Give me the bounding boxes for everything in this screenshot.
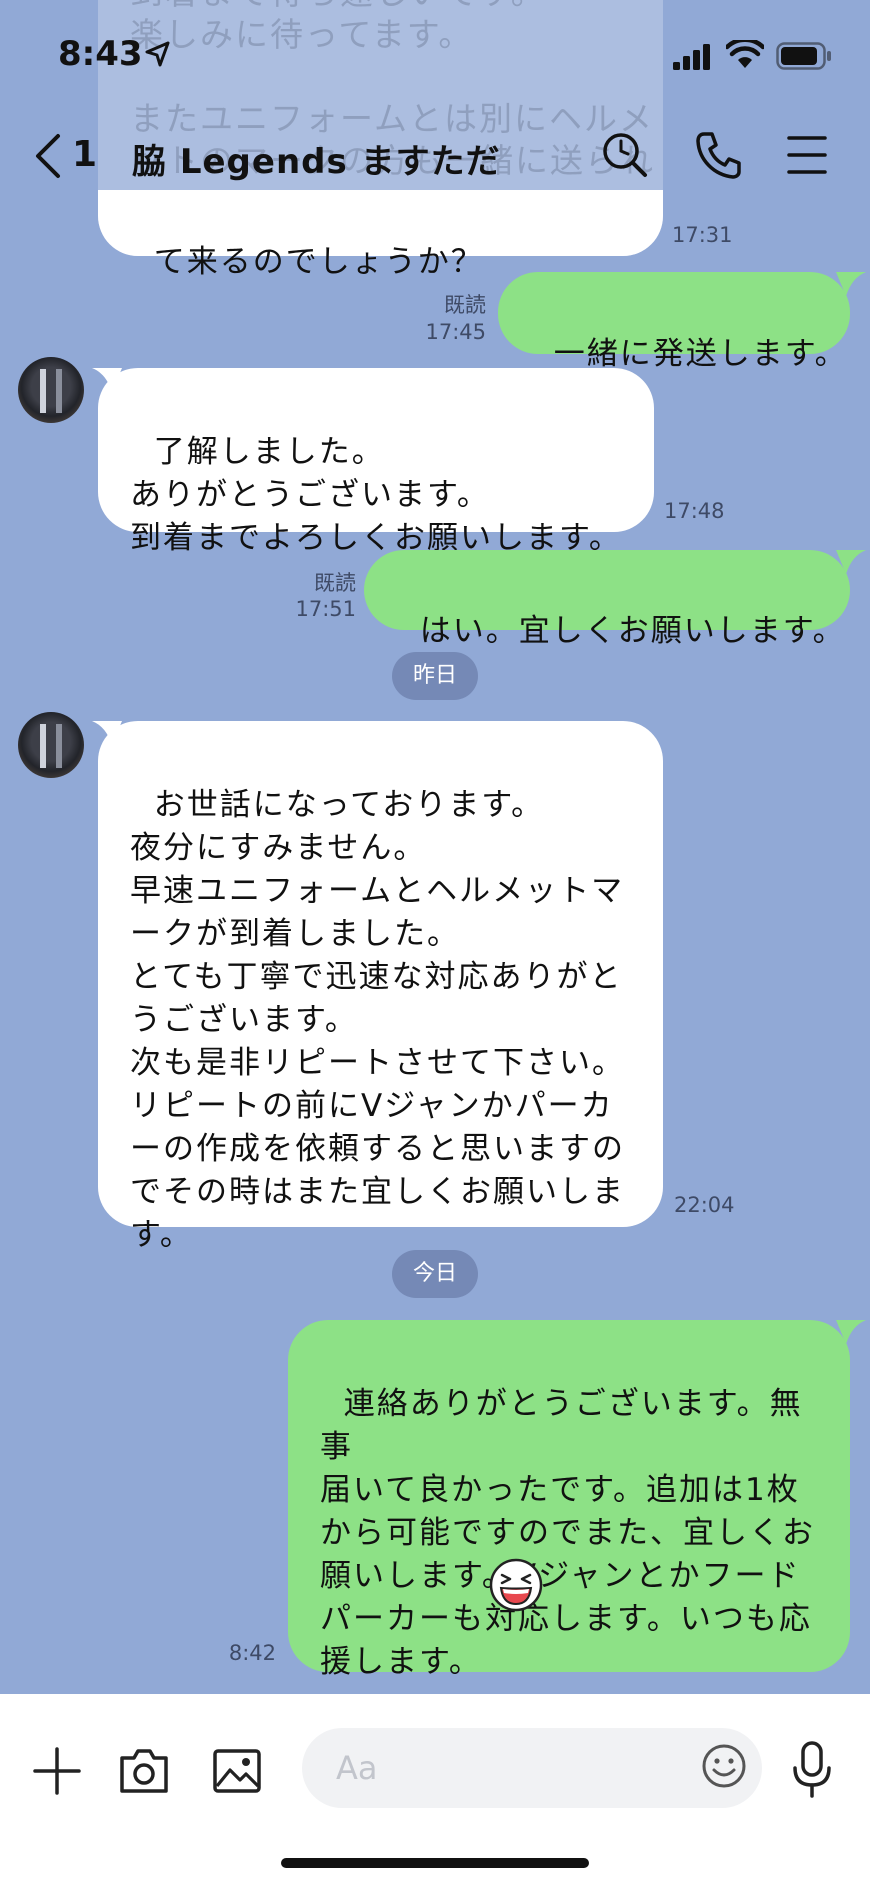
message-text: 一緒に発送します。 [553,336,848,372]
read-receipt: 既読 [444,293,486,317]
image-gallery-icon[interactable] [212,1746,262,1796]
message-time: 17:48 [664,499,725,523]
message-bubble-incoming[interactable]: て来るのでしょうか？ [98,190,663,280]
message-text: て来るのでしょうか？ [153,244,484,280]
unread-count[interactable]: 1 [72,134,97,175]
location-arrow-icon [145,41,170,67]
back-chevron-icon[interactable] [30,132,64,180]
cellular-signal-icon [673,44,710,70]
chat-header: 1 脇 Legends ますただ [0,120,870,190]
message-text: 連絡ありがとうございます。無事 届いて良かったです。追加は1枚 から可能ですので… [320,1386,815,1680]
microphone-icon[interactable] [790,1740,834,1800]
bubble-tail [836,550,866,574]
search-icon[interactable] [600,130,650,180]
message-time: 8:42 [228,1641,276,1665]
laughing-emoji-icon [489,1558,543,1612]
message-text: はい。宜しくお願いします。 [419,613,846,649]
message-text: 了解しました。 ありがとうございます。 到着までよろしくお願いします。 [130,434,622,556]
bubble-tail [836,272,866,296]
status-time: 8:43 [58,34,143,74]
wifi-icon [726,40,764,68]
message-bubble-incoming[interactable]: 了解しました。 ありがとうございます。 到着までよろしくお願いします。 [98,368,654,556]
bubble-tail [836,1320,866,1344]
camera-icon[interactable] [118,1746,170,1796]
avatar[interactable] [18,357,84,423]
chat-title[interactable]: 脇 Legends ますただ [132,134,501,183]
date-separator: 今日 [392,1250,478,1298]
phone-call-icon[interactable] [694,130,742,180]
message-time: 17:45 [425,320,486,344]
message-time: 22:04 [674,1193,735,1217]
message-bubble-outgoing[interactable]: 連絡ありがとうございます。無事 届いて良かったです。追加は1枚 から可能ですので… [288,1320,850,1680]
read-receipt: 既読 [314,571,356,595]
status-bar: 8:43 [0,0,870,110]
message-time: 17:31 [672,223,733,247]
message-time: 17:51 [295,597,356,621]
message-input-field[interactable] [336,1746,666,1790]
message-bubble-outgoing[interactable]: 一緒に発送します。 [498,272,850,372]
date-separator: 昨日 [392,652,478,700]
emoji-icon[interactable] [700,1742,748,1790]
message-input[interactable] [302,1728,762,1808]
message-input-bar [0,1694,870,1883]
menu-icon[interactable] [786,130,828,180]
battery-icon [776,42,831,70]
home-indicator[interactable] [281,1858,589,1868]
message-text: お世話になっております。 夜分にすみません。 早速ユニフォームとヘルメットマ ー… [130,787,625,1253]
plus-icon[interactable] [32,1746,82,1796]
message-bubble-incoming[interactable]: お世話になっております。 夜分にすみません。 早速ユニフォームとヘルメットマ ー… [98,721,663,1253]
message-bubble-outgoing[interactable]: はい。宜しくお願いします。 [364,550,850,649]
avatar[interactable] [18,712,84,778]
